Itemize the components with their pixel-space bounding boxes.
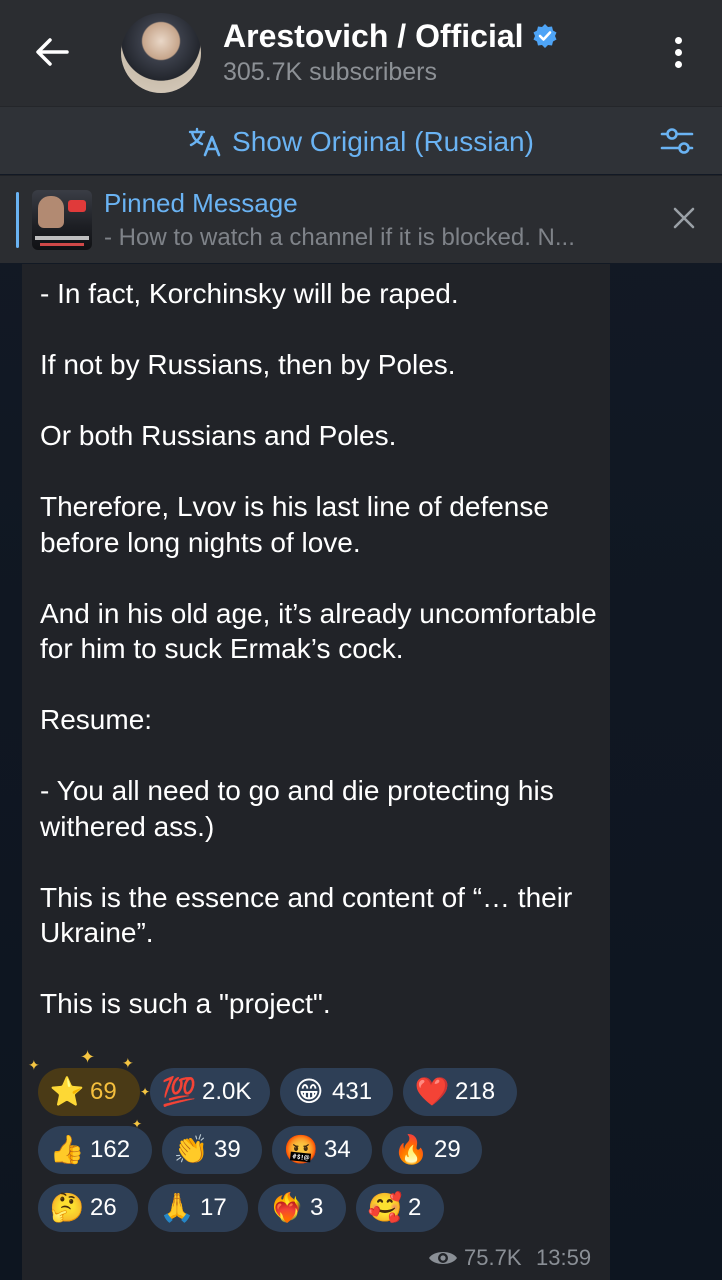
reaction-grin[interactable]: 😁 431: [280, 1068, 393, 1116]
message-paragraph: Or both Russians and Poles.: [40, 420, 397, 451]
reaction-thinking[interactable]: 🤔 26: [38, 1184, 138, 1232]
pinned-title: Pinned Message: [104, 188, 298, 218]
reaction-smiling-hearts[interactable]: 🥰 2: [356, 1184, 444, 1232]
swearing-face-icon: 🤬: [283, 1134, 319, 1165]
show-original-button[interactable]: Show Original (Russian): [0, 125, 722, 159]
reaction-pray[interactable]: 🙏 17: [148, 1184, 248, 1232]
eye-icon: [429, 1252, 457, 1264]
reaction-count: 431: [332, 1078, 373, 1105]
thumbs-up-icon: 👍: [49, 1134, 85, 1165]
reaction-star[interactable]: ⭐ 69: [38, 1068, 140, 1116]
message-paragraph: If not by Russians, then by Poles.: [40, 349, 456, 380]
message-time: 13:59: [536, 1245, 592, 1270]
reaction-thumbs-up[interactable]: 👍 162: [38, 1126, 152, 1174]
clapping-hands-icon: 👏: [173, 1134, 209, 1165]
reaction-clap[interactable]: 👏 39: [162, 1126, 262, 1174]
fire-icon: 🔥: [393, 1134, 429, 1165]
reaction-count: 69: [90, 1078, 117, 1105]
message-paragraph: And in his old age, it’s already uncomfo…: [40, 597, 597, 665]
channel-name: Arestovich / Official: [223, 17, 524, 54]
more-vertical-icon: [674, 36, 682, 44]
reaction-count: 34: [324, 1136, 351, 1163]
folded-hands-icon: 🙏: [159, 1192, 195, 1223]
reaction-count: 26: [90, 1194, 117, 1221]
pinned-message-bar[interactable]: Pinned Message - How to watch a channel …: [0, 175, 722, 263]
channel-title[interactable]: Arestovich / Official: [223, 16, 558, 56]
translate-icon: [188, 127, 221, 157]
reaction-count: 162: [90, 1136, 131, 1163]
chat-header: Arestovich / Official 305.7K subscribers: [0, 0, 722, 106]
thinking-face-icon: 🤔: [49, 1192, 85, 1223]
back-button[interactable]: [28, 28, 76, 76]
reaction-count: 2.0K: [202, 1078, 252, 1105]
grin-face-icon: 😁: [294, 1076, 324, 1107]
star-icon: ⭐: [49, 1076, 85, 1107]
verified-check-icon: [533, 24, 557, 48]
smiling-face-with-hearts-icon: 🥰: [367, 1192, 403, 1223]
reaction-heart-on-fire[interactable]: ❤️‍🔥 3: [258, 1184, 346, 1232]
view-count: 75.7K: [428, 1243, 522, 1273]
views-value: 75.7K: [464, 1245, 522, 1270]
show-original-label: Show Original (Russian): [232, 126, 534, 157]
translate-bar: Show Original (Russian): [0, 106, 722, 174]
reaction-hundred[interactable]: 💯 2.0K: [150, 1068, 270, 1116]
reaction-count: 29: [434, 1136, 461, 1163]
reaction-count: 2: [408, 1194, 422, 1221]
message-paragraph: This is such a "project".: [40, 988, 331, 1019]
reaction-fire[interactable]: 🔥 29: [382, 1126, 482, 1174]
reaction-count: 39: [214, 1136, 241, 1163]
arrow-left-icon: [36, 38, 69, 66]
channel-avatar[interactable]: [121, 13, 201, 93]
message-paragraph: Resume:: [40, 704, 153, 735]
close-icon: [673, 207, 695, 229]
reaction-count: 17: [200, 1194, 227, 1221]
sliders-icon[interactable]: [660, 124, 694, 158]
message-paragraph: - In fact, Korchinsky will be raped.: [40, 278, 459, 309]
message-paragraph: This is the essence and content of “… th…: [40, 881, 573, 949]
pinned-indicator: [16, 192, 19, 248]
message-text: - In fact, Korchinsky will be raped. If …: [40, 276, 600, 1057]
message-paragraph: Therefore, Lvov is his last line of defe…: [40, 491, 549, 558]
close-pinned-button[interactable]: [664, 196, 704, 240]
sparkle-icon: ✦: [28, 1057, 40, 1073]
pinned-preview: - How to watch a channel if it is blocke…: [104, 224, 575, 251]
sparkle-icon: ✦: [122, 1055, 134, 1071]
sparkle-icon: ✦: [140, 1085, 151, 1099]
reaction-heart[interactable]: ❤️ 218: [403, 1068, 517, 1116]
reaction-count: 218: [455, 1078, 496, 1105]
red-heart-icon: ❤️: [414, 1076, 450, 1107]
reaction-count: 3: [310, 1194, 324, 1221]
reaction-swearing[interactable]: 🤬 34: [272, 1126, 372, 1174]
message-paragraph: - You all need to go and die protecting …: [40, 775, 554, 842]
sparkle-icon: ✦: [80, 1047, 96, 1067]
subscriber-count: 305.7K subscribers: [223, 58, 438, 86]
more-menu-button[interactable]: [656, 28, 700, 76]
pinned-thumbnail: [32, 190, 92, 250]
hundred-points-icon: 💯: [161, 1076, 197, 1107]
heart-on-fire-icon: ❤️‍🔥: [269, 1192, 305, 1223]
